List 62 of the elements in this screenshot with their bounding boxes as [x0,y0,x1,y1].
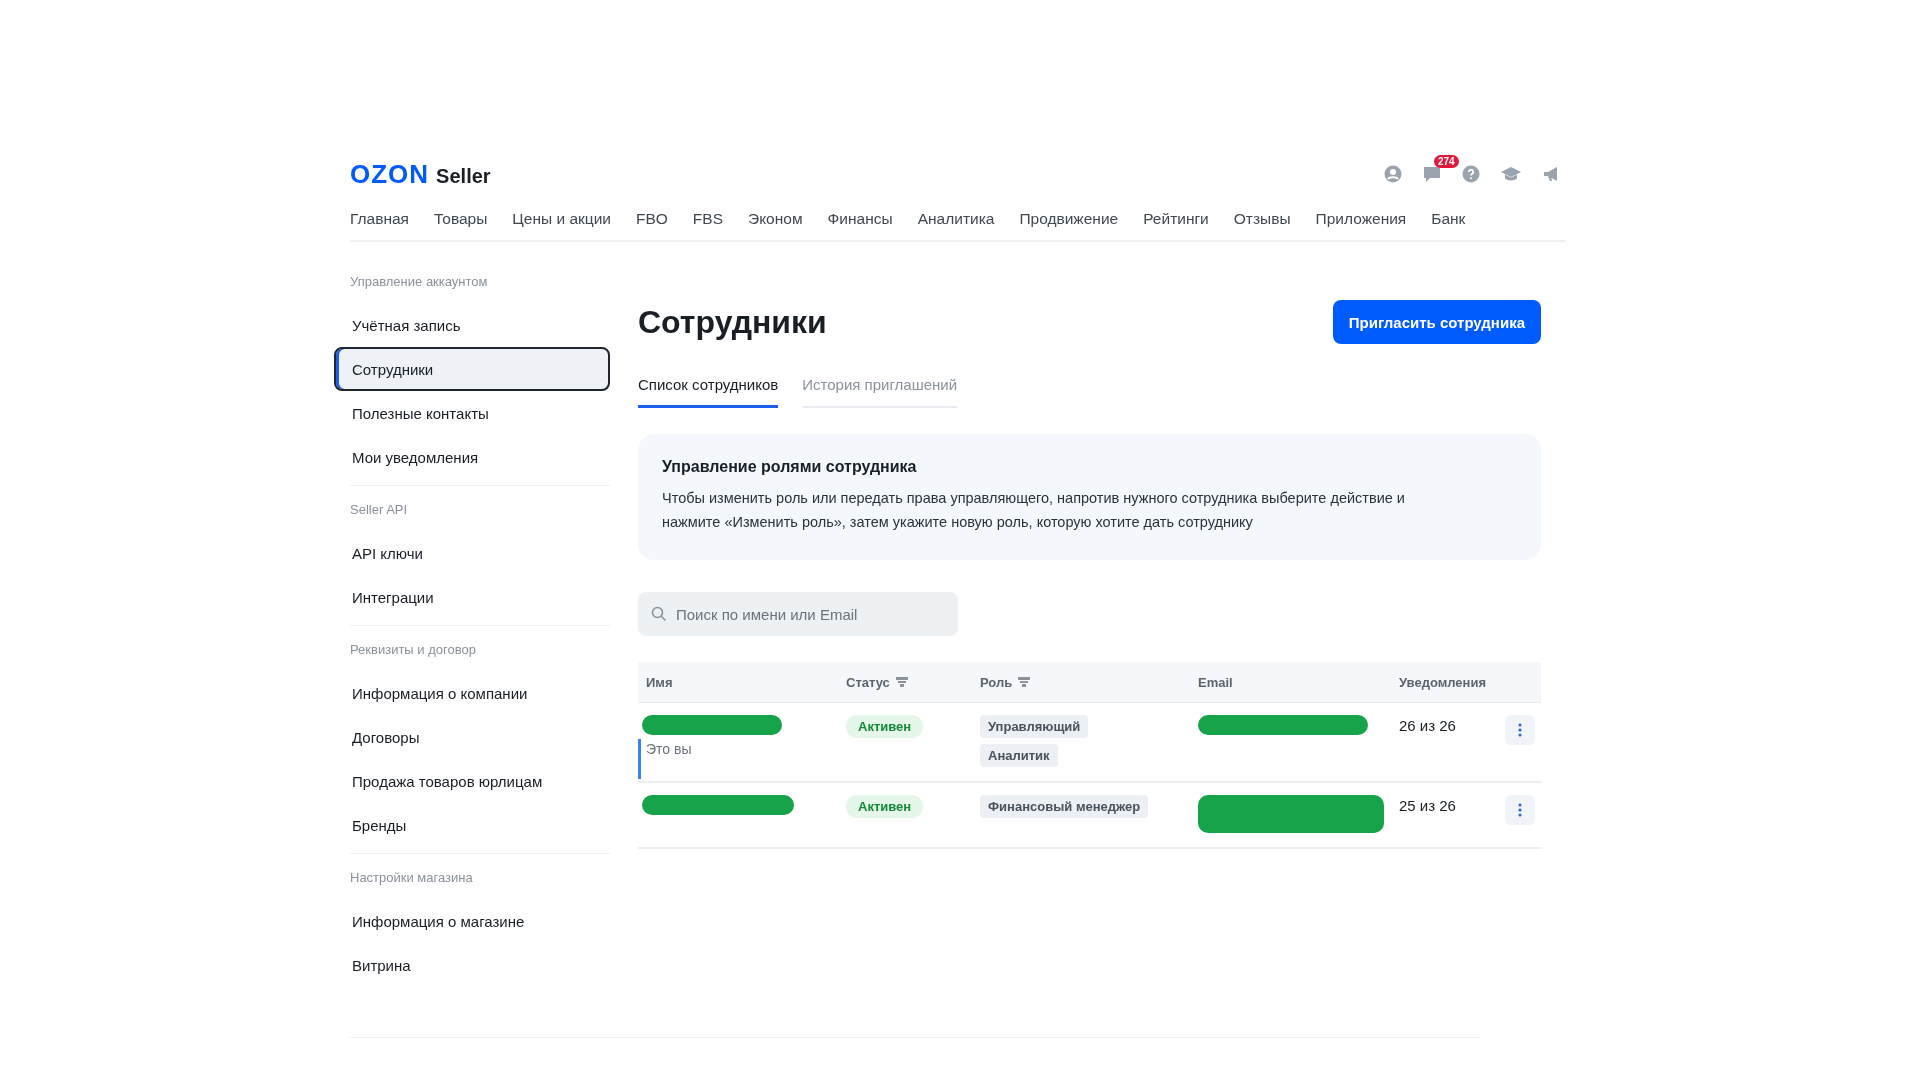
logo[interactable]: OZON [350,158,430,190]
nav-link[interactable]: Отзывы [1233,210,1291,228]
sidebar-item[interactable]: Витрина [334,943,610,987]
sidebar-item[interactable]: Информация о магазине [334,899,610,943]
more-button[interactable] [1505,715,1535,745]
info-text: Чтобы изменить роль или передать права управляющего, напротив нужного сотрудника выберите действие и нажмите «Изменить роль», затем укажите новую роль, которую хотите дать сотруднику [662,489,1406,532]
column-header: Уведомления [1399,674,1487,690]
nav-link[interactable]: Продвижение [1019,210,1119,228]
help-icon[interactable] [1462,165,1480,183]
sidebar-heading: Настройки магазина [350,869,474,887]
nav-link[interactable]: Товары [434,210,488,228]
info-title: Управление ролями сотрудника [662,458,918,476]
nav-link[interactable]: Аналитика [917,210,995,228]
invite-button[interactable]: Пригласить сотрудника [1332,300,1541,344]
column-header: Роль [980,674,1013,690]
more-icon [1518,803,1522,817]
nav-link[interactable]: Рейтинги [1143,210,1209,228]
profile-icon[interactable] [1384,165,1402,183]
sidebar-item[interactable]: Полезные контакты [334,391,610,435]
sidebar-item[interactable]: Информация о компании [334,671,610,715]
column-header: Статус [846,674,890,690]
search-icon [651,606,667,622]
role-tag: Управляющий [980,715,1089,738]
sidebar-item[interactable]: Учётная запись [334,303,610,347]
role-tag: Финансовый менеджер [980,795,1149,818]
status-tag: Активен [846,715,924,738]
nav-link[interactable]: Финансы [827,210,893,228]
page-title: Сотрудники [638,303,827,341]
sidebar-item[interactable]: Мои уведомления [334,435,610,479]
sidebar-item[interactable]: Интеграции [334,575,610,619]
filter-icon[interactable] [895,677,908,687]
sidebar-item[interactable]: Продажа товаров юрлицам [334,759,610,803]
nav-link[interactable]: FBS [692,210,723,228]
more-button[interactable] [1505,795,1535,825]
column-header: Имя [646,674,673,690]
sidebar-item[interactable]: API ключи [334,531,610,575]
notification-badge: 274 [1434,155,1459,168]
logo-suffix: Seller [436,164,491,188]
sidebar-heading: Seller API [350,501,409,519]
status-tag: Активен [846,795,924,818]
sidebar-item[interactable]: Договоры [334,715,610,759]
chat-icon[interactable] [1422,165,1442,183]
sidebar-heading: Управление аккаунтом [350,273,489,291]
nav-link[interactable]: Приложения [1315,210,1407,228]
filter-icon[interactable] [1018,677,1031,687]
column-header: Email [1198,674,1233,690]
sidebar-item[interactable]: Бренды [334,803,610,847]
nav-link[interactable]: Цены и акции [512,210,611,228]
sidebar-item[interactable]: Сотрудники [334,347,610,391]
role-tag: Аналитик [980,744,1058,767]
tab[interactable]: Список сотрудников [638,376,779,408]
notifications-count: 25 из 26 [1398,796,1457,816]
nav-link[interactable]: Главная [350,210,409,228]
current-user-note: Это вы [645,741,693,757]
nav-link[interactable]: FBO [636,210,668,228]
nav-link[interactable]: Эконом [748,210,803,228]
more-icon [1518,723,1522,737]
nav-link[interactable]: Банк [1431,210,1466,228]
sidebar-heading: Реквизиты и договор [350,641,477,659]
graduation-cap-icon[interactable] [1500,166,1522,182]
notifications-count: 26 из 26 [1398,716,1457,736]
search-field[interactable]: Поиск по имени или Email [638,592,958,636]
